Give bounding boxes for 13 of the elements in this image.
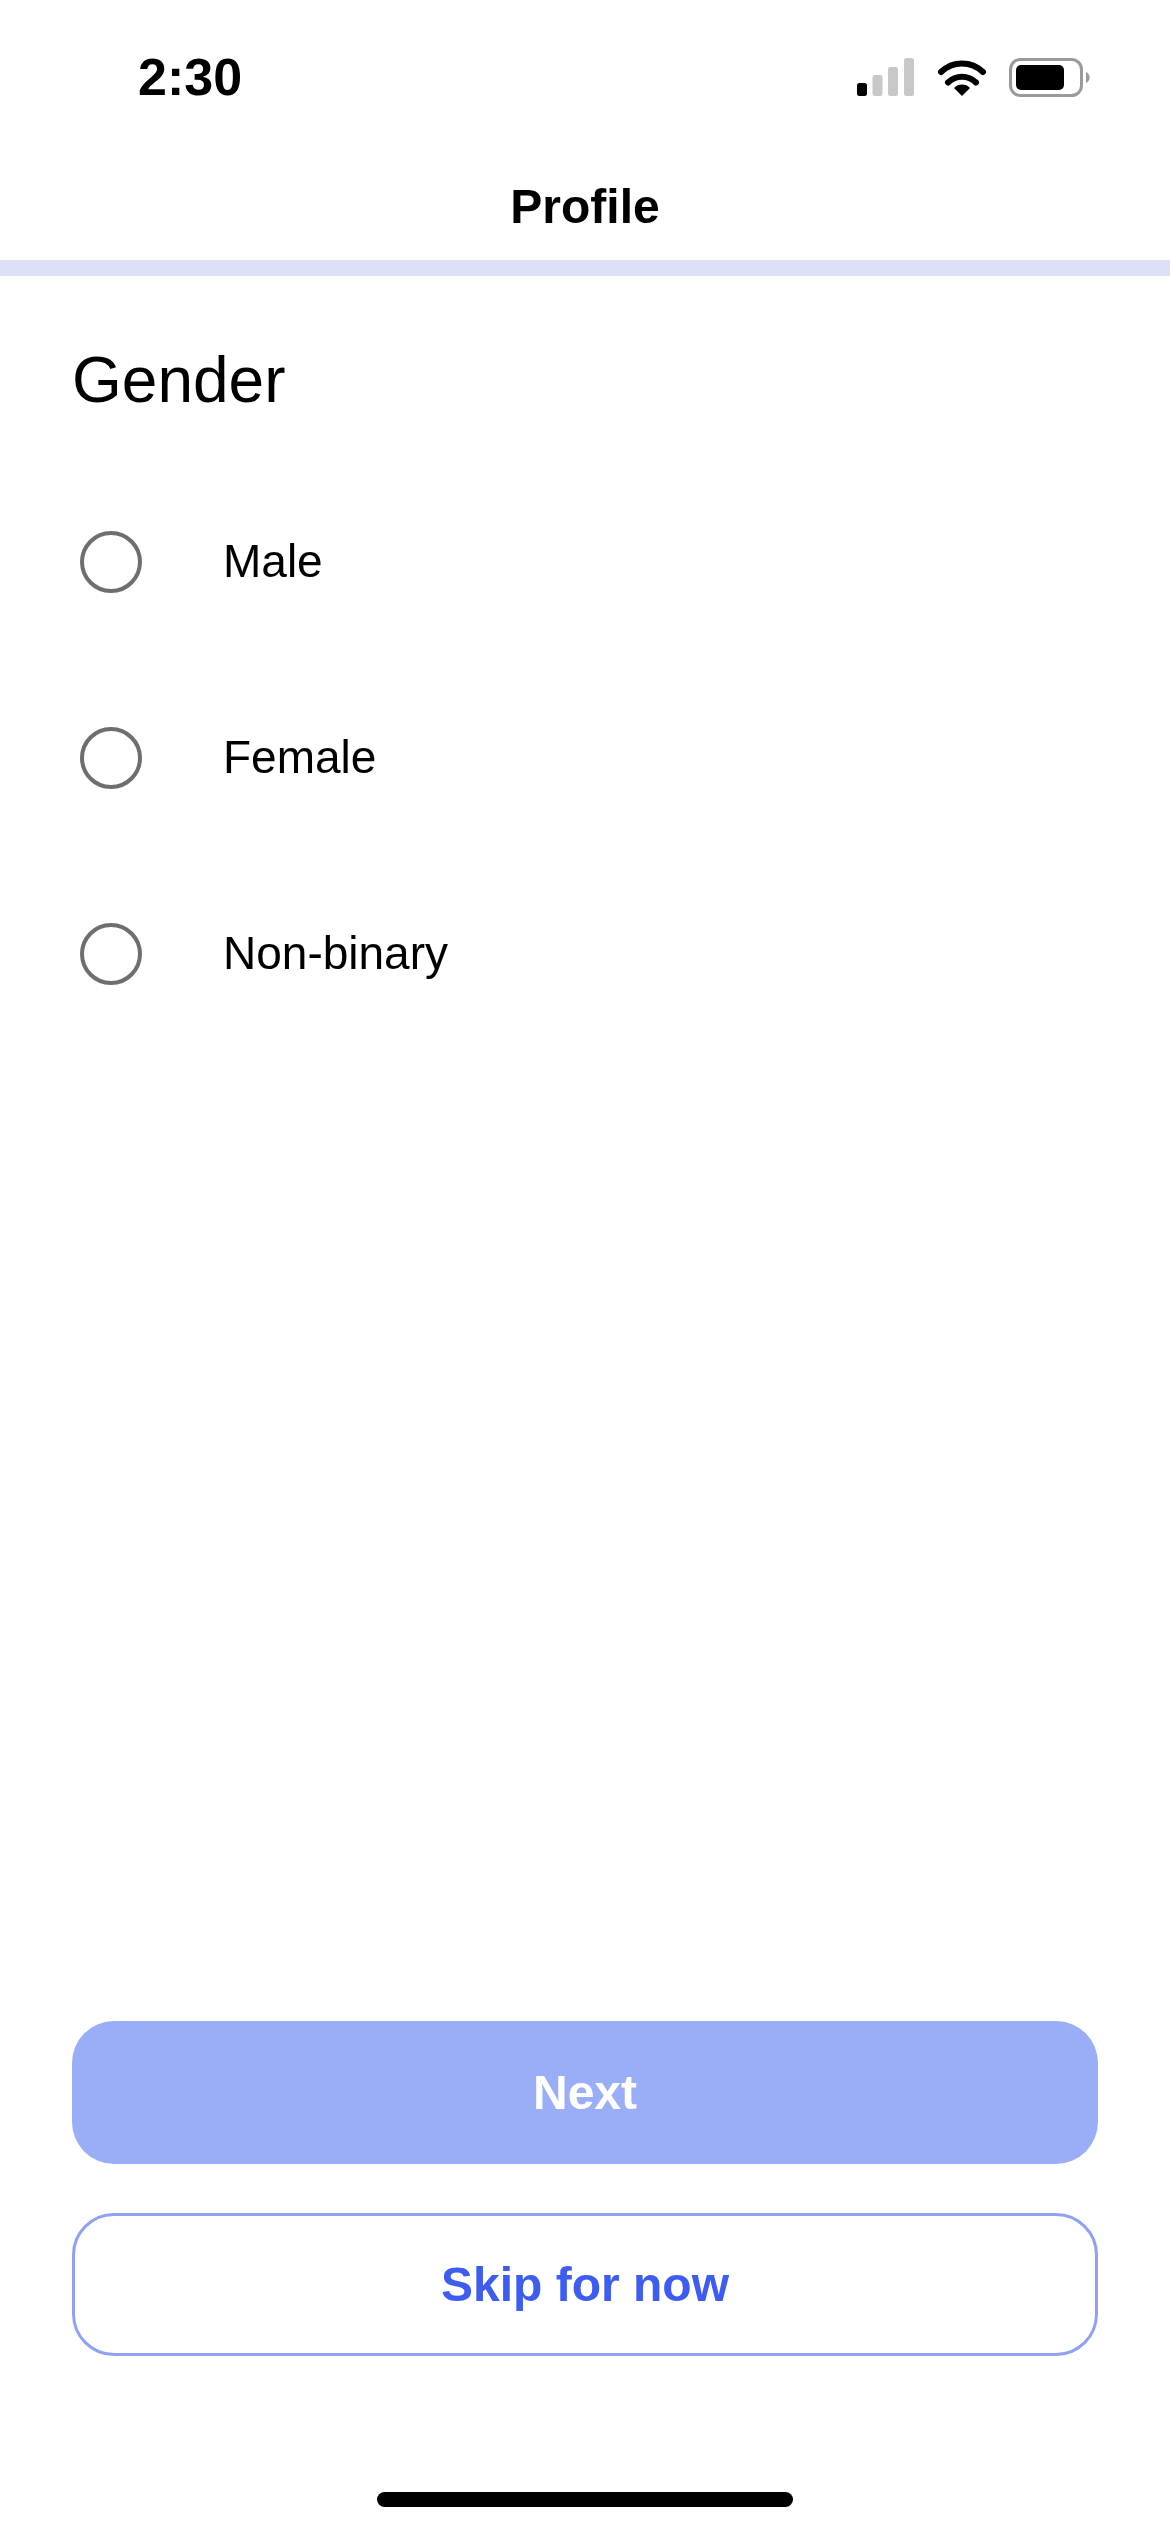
option-label[interactable]: Male — [223, 534, 323, 590]
option-label[interactable]: Non-binary — [223, 926, 448, 982]
option-label[interactable]: Female — [223, 730, 377, 786]
skip-button[interactable]: Skip for now — [72, 2213, 1098, 2356]
status-time: 2:30 — [138, 51, 243, 103]
radio-button[interactable] — [80, 923, 142, 985]
wifi-icon — [937, 58, 987, 96]
radio-button[interactable] — [80, 531, 142, 593]
signal-icon — [857, 58, 914, 96]
battery-icon — [1009, 57, 1091, 97]
screen-title: Profile — [510, 180, 660, 234]
question-title: Gender — [72, 343, 286, 418]
radio-button[interactable] — [80, 727, 142, 789]
